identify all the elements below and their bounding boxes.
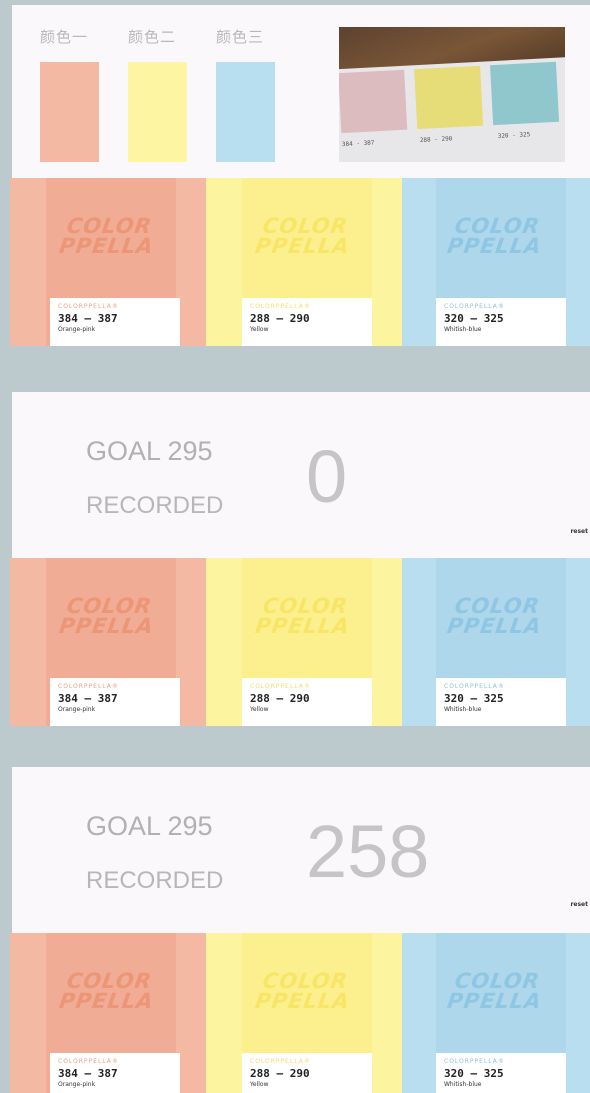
color-card: COLORPPELLA® 320 — 325 Whitish-blue (436, 678, 566, 726)
color-card-board: 384 - 387 288 - 290 320 - 325 (339, 56, 565, 162)
color-picker-panel: 颜色一 颜色二 颜色三 384 - 387 288 - 290 320 - 32… (0, 0, 590, 346)
color-card: COLORPPELLA® 320 — 325 Whitish-blue (436, 298, 566, 346)
card-code: 288 — 290 (250, 312, 310, 325)
card-name: Whitish-blue (444, 326, 482, 333)
photo-code-2: 288 - 290 (419, 135, 453, 145)
card-brand: COLORPPELLA® (250, 1058, 311, 1065)
card-code: 288 — 290 (250, 1067, 310, 1080)
card-brand: COLORPPELLA® (58, 303, 119, 310)
colorppella-logo: COLOR PPELLA (57, 214, 156, 258)
colorppella-logo: COLOR PPELLA (57, 969, 156, 1013)
recorded-label: RECORDED (86, 867, 224, 894)
recorded-label: RECORDED (86, 492, 224, 519)
color-strip: COLOR PPELLA COLORPPELLA® 384 — 387 Orang… (0, 178, 590, 346)
goal-label: GOAL 295 (86, 436, 213, 466)
card-code: 288 — 290 (250, 692, 310, 705)
goal-header (12, 767, 590, 933)
card-name: Yellow (250, 1081, 269, 1088)
card-code: 384 — 387 (58, 312, 118, 325)
card-brand: COLORPPELLA® (250, 303, 311, 310)
card-code: 384 — 387 (58, 1067, 118, 1080)
card-code: 320 — 325 (444, 692, 504, 705)
colorppella-logo: COLOR PPELLA (253, 969, 352, 1013)
color-card: COLORPPELLA® 384 — 387 Orange-pink (50, 678, 180, 726)
colorppella-logo: COLOR PPELLA (57, 594, 156, 638)
card-name: Orange-pink (58, 1081, 96, 1088)
color-column-orange-pink[interactable]: COLOR PPELLA COLORPPELLA® 384 — 387 Orang… (10, 558, 206, 726)
color-column-yellow[interactable]: COLOR PPELLA COLORPPELLA® 288 — 290 Yello… (206, 933, 402, 1093)
card-brand: COLORPPELLA® (444, 1058, 505, 1065)
photo-chip-yellow (414, 65, 484, 130)
color-strip: COLOR PPELLA COLORPPELLA® 384 — 387 Orang… (0, 558, 590, 726)
color-column-orange-pink[interactable]: COLOR PPELLA COLORPPELLA® 384 — 387 Orang… (10, 178, 206, 346)
photo-chip-blue (490, 61, 560, 126)
color-column-whitish-blue[interactable]: COLOR PPELLA COLORPPELLA® 320 — 325 Whiti… (402, 178, 590, 346)
reference-photo: 384 - 387 288 - 290 320 - 325 (339, 27, 565, 162)
photo-code-1: 384 - 387 (341, 139, 375, 149)
card-name: Orange-pink (58, 326, 96, 333)
color-column-yellow[interactable]: COLOR PPELLA COLORPPELLA® 288 — 290 Yello… (206, 558, 402, 726)
card-code: 384 — 387 (58, 692, 118, 705)
color-column-orange-pink[interactable]: COLOR PPELLA COLORPPELLA® 384 — 387 Orang… (10, 933, 206, 1093)
card-name: Yellow (250, 326, 269, 333)
goal-label: GOAL 295 (86, 811, 213, 841)
card-name: Whitish-blue (444, 1081, 482, 1088)
goal-panel-2: GOAL 295 RECORDED 258 reset COLOR PPELLA … (0, 767, 590, 1093)
card-code: 320 — 325 (444, 312, 504, 325)
colorppella-logo: COLOR PPELLA (445, 594, 544, 638)
goal-panel-1: GOAL 295 RECORDED 0 reset COLOR PPELLA CO… (0, 392, 590, 726)
card-brand: COLORPPELLA® (250, 683, 311, 690)
swatch-whitish-blue[interactable] (216, 62, 275, 162)
swatch-orange-pink[interactable] (40, 62, 99, 162)
card-name: Yellow (250, 706, 269, 713)
photo-code-3: 320 - 325 (497, 131, 531, 140)
card-code: 320 — 325 (444, 1067, 504, 1080)
color-column-yellow[interactable]: COLOR PPELLA COLORPPELLA® 288 — 290 Yello… (206, 178, 402, 346)
color-card: COLORPPELLA® 320 — 325 Whitish-blue (436, 1053, 566, 1093)
reset-button[interactable]: reset (570, 528, 588, 535)
card-brand: COLORPPELLA® (58, 1058, 119, 1065)
color-card: COLORPPELLA® 288 — 290 Yellow (242, 678, 372, 726)
color-card: COLORPPELLA® 288 — 290 Yellow (242, 298, 372, 346)
color-column-whitish-blue[interactable]: COLOR PPELLA COLORPPELLA® 320 — 325 Whiti… (402, 558, 590, 726)
color-card: COLORPPELLA® 288 — 290 Yellow (242, 1053, 372, 1093)
color-strip: COLOR PPELLA COLORPPELLA® 384 — 387 Orang… (0, 933, 590, 1093)
color-card: COLORPPELLA® 384 — 387 Orange-pink (50, 1053, 180, 1093)
card-brand: COLORPPELLA® (58, 683, 119, 690)
colorppella-logo: COLOR PPELLA (445, 214, 544, 258)
card-name: Whitish-blue (444, 706, 482, 713)
colorppella-logo: COLOR PPELLA (253, 594, 352, 638)
recorded-count: 0 (306, 435, 348, 518)
swatch-label-2: 颜色二 (128, 28, 177, 46)
goal-header (12, 392, 590, 558)
card-brand: COLORPPELLA® (444, 683, 505, 690)
photo-chip-pink (339, 69, 408, 134)
recorded-count: 258 (306, 810, 430, 893)
swatch-label-1: 颜色一 (40, 28, 89, 46)
colorppella-logo: COLOR PPELLA (445, 969, 544, 1013)
colorppella-logo: COLOR PPELLA (253, 214, 352, 258)
color-column-whitish-blue[interactable]: COLOR PPELLA COLORPPELLA® 320 — 325 Whiti… (402, 933, 590, 1093)
swatch-label-3: 颜色三 (216, 28, 265, 46)
color-card: COLORPPELLA® 384 — 387 Orange-pink (50, 298, 180, 346)
reset-button[interactable]: reset (570, 901, 588, 908)
card-brand: COLORPPELLA® (444, 303, 505, 310)
card-name: Orange-pink (58, 706, 96, 713)
swatch-yellow[interactable] (128, 62, 187, 162)
